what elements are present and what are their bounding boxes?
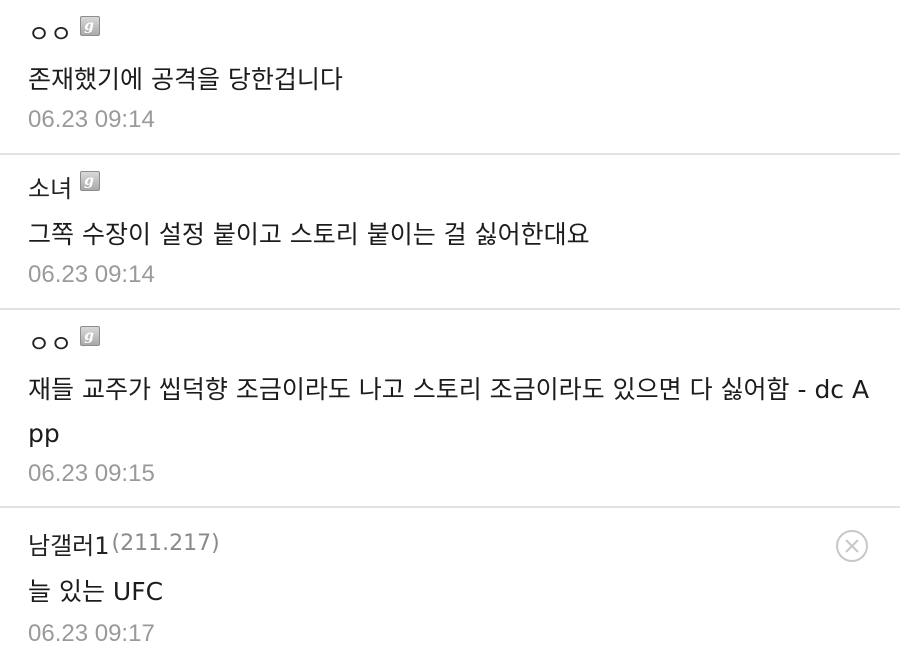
fixed-nick-badge-icon: g <box>80 171 101 191</box>
comment-text: 재들 교주가 씹덕향 조금이라도 나고 스토리 조금이라도 있으면 다 싫어함 … <box>28 375 870 448</box>
comment-item: 남갤러1 (211.217) 늘 있는 UFC 06.23 09:17 <box>0 508 900 664</box>
comment-ip: (211.217) <box>111 530 220 556</box>
comment-text: 그쪽 수장이 설정 붙이고 스토리 붙이는 걸 싫어한대요 <box>28 220 590 249</box>
comment-nickname[interactable]: 남갤러1 <box>28 526 110 561</box>
comment-item: ㅇㅇ g 재들 교주가 씹덕향 조금이라도 나고 스토리 조금이라도 있으면 다… <box>0 310 900 508</box>
comment-nickname[interactable]: ㅇㅇ <box>28 14 72 49</box>
fixed-nick-badge-icon: g <box>80 326 101 346</box>
comment-nickname[interactable]: 소녀 <box>28 169 72 204</box>
delete-comment-button[interactable] <box>836 530 868 562</box>
comment-nickname[interactable]: ㅇㅇ <box>28 324 72 359</box>
comment-header: ㅇㅇ g <box>28 14 101 49</box>
comment-header: 소녀 g <box>28 169 101 204</box>
comment-text: 늘 있는 UFC <box>28 577 164 606</box>
comment-date: 06.23 09:17 <box>28 620 155 647</box>
close-icon <box>845 539 859 553</box>
comment-header: ㅇㅇ g <box>28 324 101 359</box>
comment-date: 06.23 09:14 <box>28 261 155 288</box>
comment-header: 남갤러1 (211.217) <box>28 526 220 560</box>
comment-date: 06.23 09:15 <box>28 460 155 487</box>
comment-text: 존재했기에 공격을 당한겁니다 <box>28 65 343 94</box>
comment-item: 소녀 g 그쪽 수장이 설정 붙이고 스토리 붙이는 걸 싫어한대요 06.23… <box>0 155 900 310</box>
comment-date: 06.23 09:14 <box>28 106 155 133</box>
comment-item: ㅇㅇ g 존재했기에 공격을 당한겁니다 06.23 09:14 <box>0 0 900 155</box>
fixed-nick-badge-icon: g <box>80 16 101 36</box>
